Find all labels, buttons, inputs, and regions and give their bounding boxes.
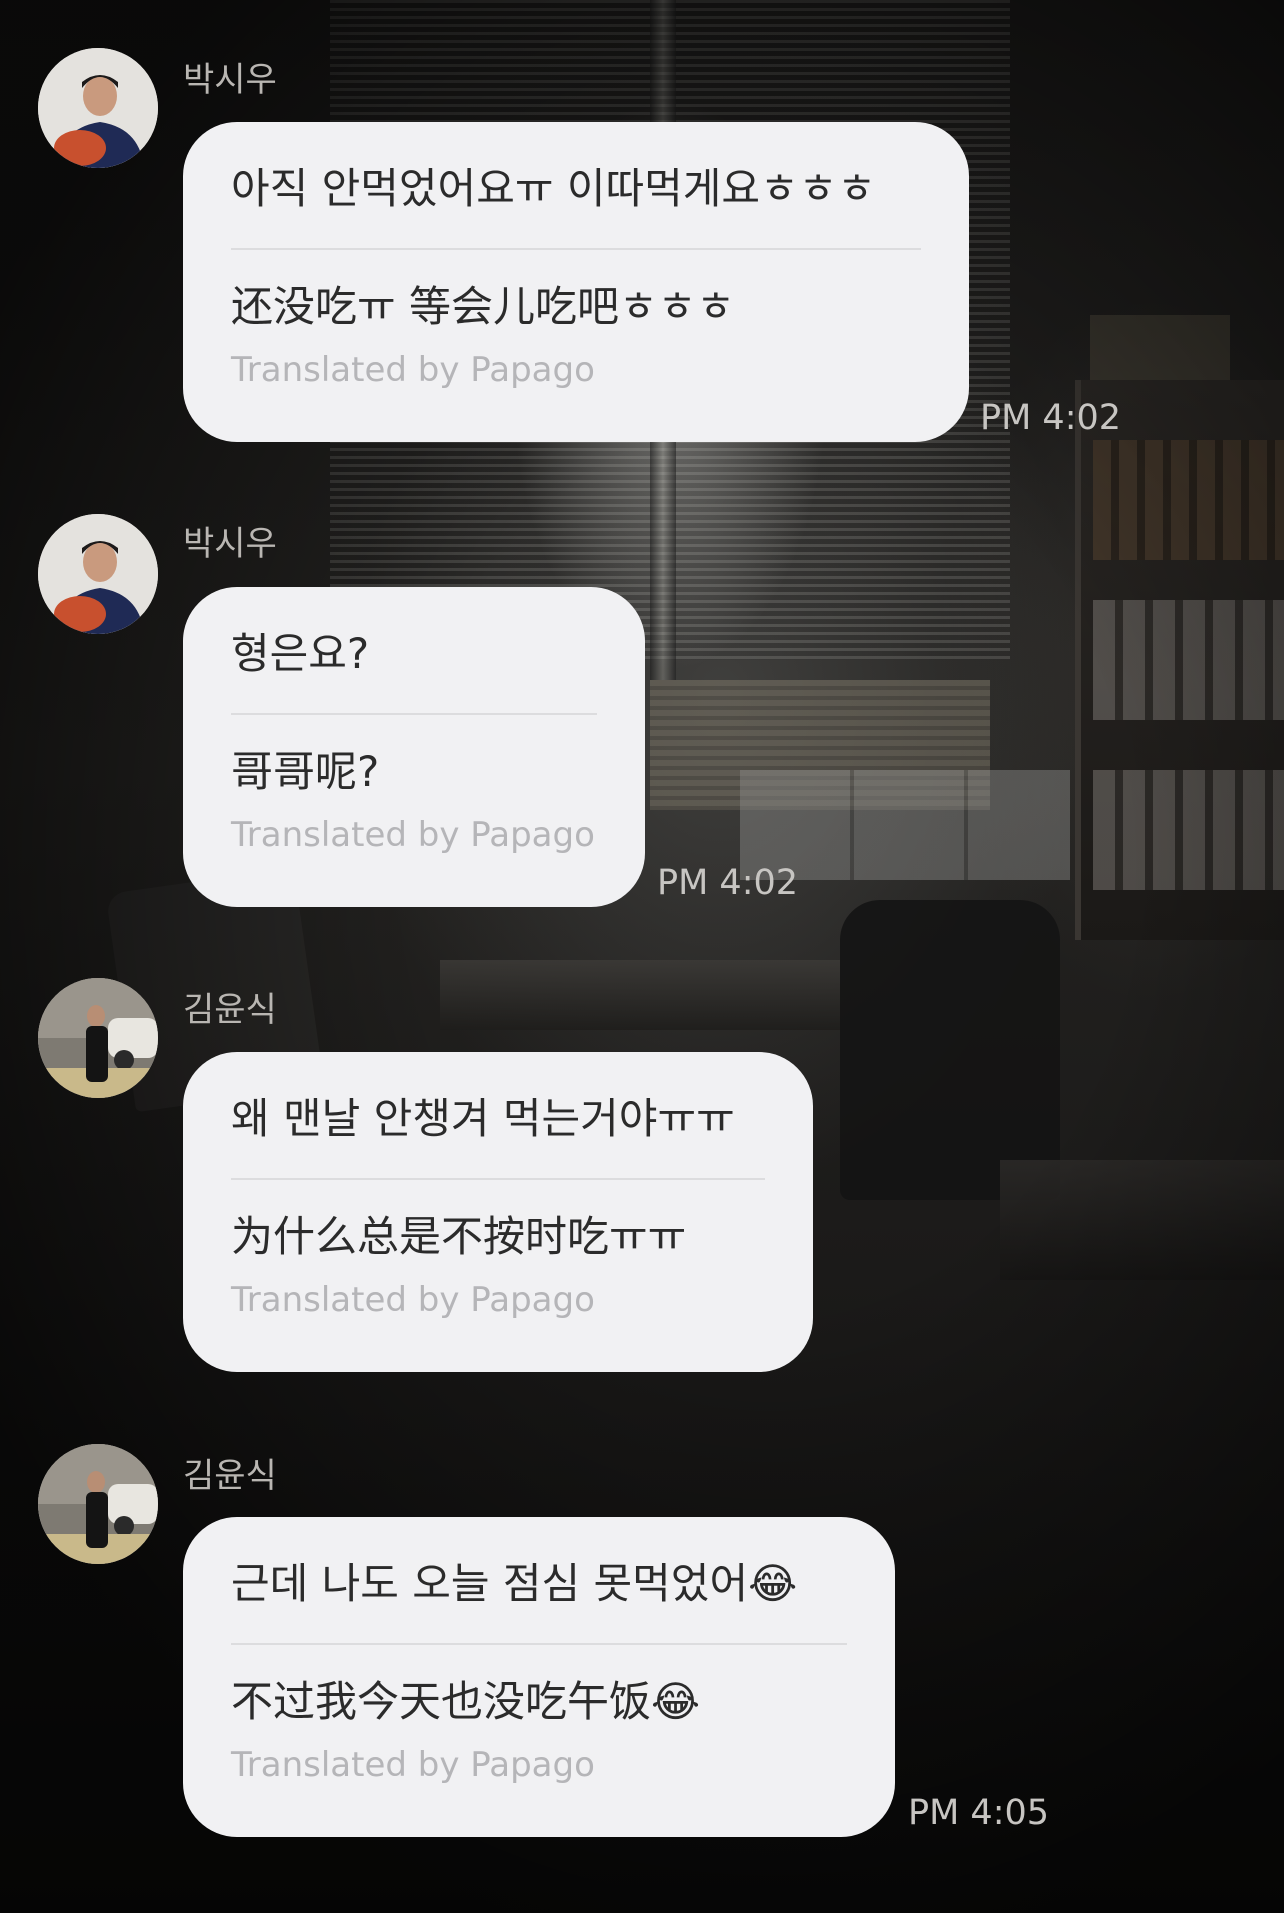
message-timestamp: PM 4:02 — [657, 863, 799, 903]
translated-text: 为什么总是不按时吃ㅠㅠ — [231, 1212, 687, 1261]
original-text: 왜 맨날 안챙겨 먹는거야ㅠㅠ — [231, 1094, 735, 1143]
message-bubble[interactable]: 아직 안먹었어요ㅠ 이따먹게요ㅎㅎㅎ 还没吃ㅠ 等会儿吃吧ㅎㅎㅎ Transla… — [183, 122, 969, 442]
translated-text: 还没吃ㅠ 等会儿吃吧ㅎㅎㅎ — [231, 282, 735, 331]
original-text: 아직 안먹었어요ㅠ 이따먹게요ㅎㅎㅎ — [231, 164, 876, 213]
message-timestamp: PM 4:02 — [980, 398, 1122, 438]
message-bubble[interactable]: 근데 나도 오늘 점심 못먹었어😂 不过我今天也没吃午饭😂 Translated… — [183, 1517, 895, 1837]
translated-text: 不过我今天也没吃午饭😂 — [231, 1677, 701, 1726]
message-bubble[interactable]: 왜 맨날 안챙겨 먹는거야ㅠㅠ 为什么总是不按时吃ㅠㅠ Translated b… — [183, 1052, 813, 1372]
divider — [231, 713, 597, 715]
avatar[interactable] — [38, 514, 158, 634]
avatar[interactable] — [38, 48, 158, 168]
translated-text: 哥哥呢? — [231, 747, 380, 796]
translation-credit: Translated by Papago — [231, 1745, 595, 1785]
translation-credit: Translated by Papago — [231, 1280, 595, 1320]
original-text: 형은요? — [231, 629, 370, 678]
translation-credit: Translated by Papago — [231, 350, 595, 390]
sender-name: 박시우 — [183, 60, 277, 100]
message-bubble[interactable]: 형은요? 哥哥呢? Translated by Papago — [183, 587, 645, 907]
avatar[interactable] — [38, 1444, 158, 1564]
sender-name: 김윤식 — [183, 990, 277, 1030]
translation-credit: Translated by Papago — [231, 815, 595, 855]
divider — [231, 1178, 765, 1180]
sender-name: 김윤식 — [183, 1456, 277, 1496]
message-timestamp: PM 4:05 — [908, 1793, 1050, 1833]
divider — [231, 248, 921, 250]
original-text: 근데 나도 오늘 점심 못먹었어😂 — [231, 1559, 798, 1608]
avatar[interactable] — [38, 978, 158, 1098]
divider — [231, 1643, 847, 1645]
sender-name: 박시우 — [183, 524, 277, 564]
